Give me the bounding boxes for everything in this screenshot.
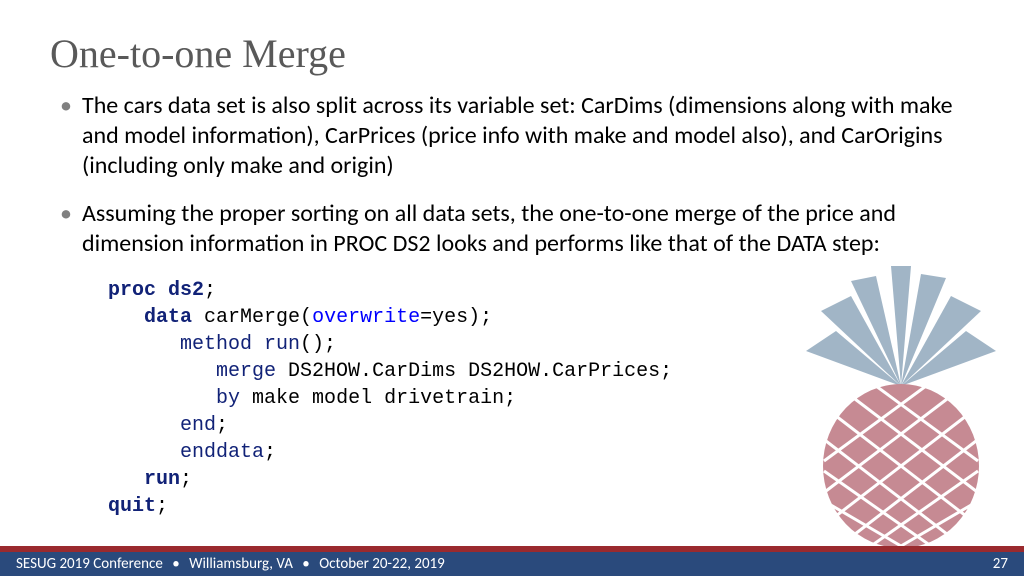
code-text: carMerge( — [192, 306, 312, 329]
conference-location: Williamsburg, VA — [189, 555, 293, 573]
separator-dot: • — [172, 555, 179, 573]
code-stmt: by — [216, 387, 240, 410]
code-text: make model drivetrain; — [240, 387, 516, 410]
code-opt: overwrite — [312, 306, 420, 329]
separator-dot: • — [302, 555, 309, 573]
code-text: ; — [216, 414, 228, 437]
conference-name: SESUG 2019 Conference — [16, 555, 163, 573]
footer-bar: SESUG 2019 Conference • Williamsburg, VA… — [0, 546, 1024, 576]
code-text: ; — [264, 441, 276, 464]
code-kw: run — [144, 468, 180, 491]
code-text: =yes); — [420, 306, 492, 329]
code-text: ; — [156, 495, 168, 518]
code-stmt: method run — [180, 333, 300, 356]
page-number: 27 — [993, 555, 1008, 573]
code-text: (); — [300, 333, 336, 356]
code-text: DS2HOW.CarDims DS2HOW.CarPrices; — [276, 360, 672, 383]
code-stmt: end — [180, 414, 216, 437]
code-text: ; — [180, 468, 192, 491]
code-stmt: enddata — [180, 441, 264, 464]
code-kw: quit — [108, 495, 156, 518]
code-kw: data — [144, 306, 192, 329]
code-block: proc ds2; data carMerge(overwrite=yes); … — [108, 277, 974, 520]
bullet-item: Assuming the proper sorting on all data … — [60, 199, 974, 259]
code-kw: proc ds2 — [108, 279, 204, 302]
conference-dates: October 20-22, 2019 — [319, 555, 445, 573]
bullet-item: The cars data set is also split across i… — [60, 91, 974, 181]
bullet-list: The cars data set is also split across i… — [50, 91, 974, 259]
code-stmt: merge — [216, 360, 276, 383]
footer-left: SESUG 2019 Conference • Williamsburg, VA… — [16, 555, 445, 573]
code-text: ; — [204, 279, 216, 302]
slide-title: One-to-one Merge — [50, 30, 974, 77]
